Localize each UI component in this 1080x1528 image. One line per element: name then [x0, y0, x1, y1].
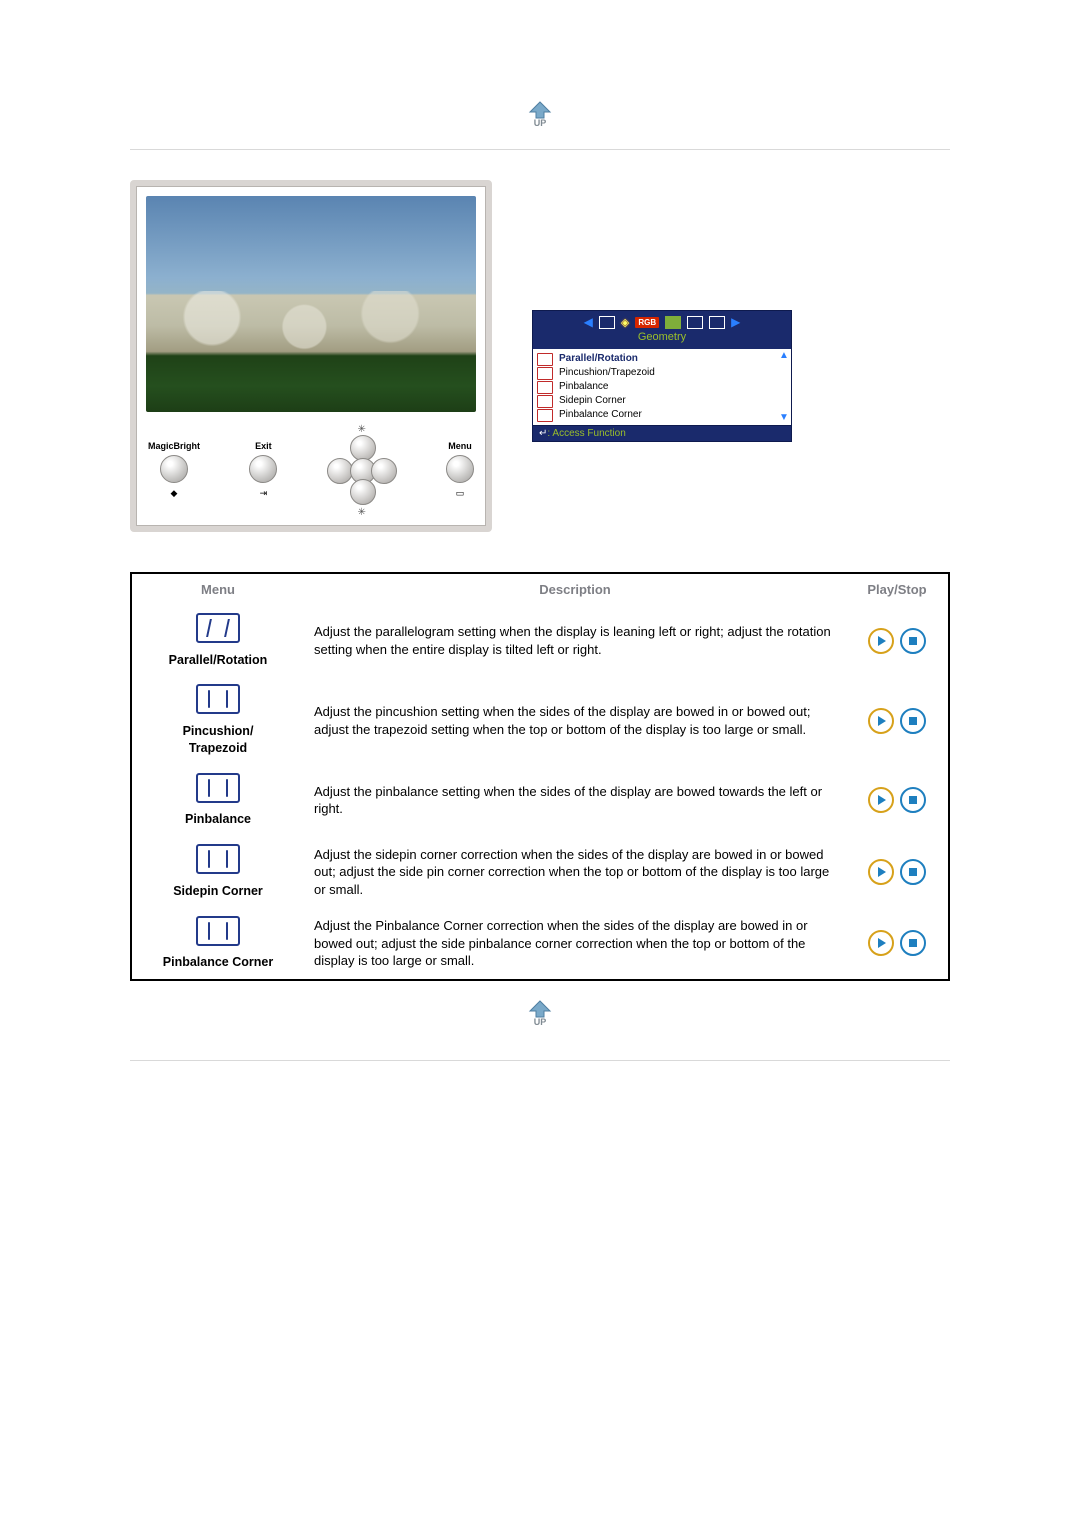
osd-item-label: Parallel/Rotation [559, 352, 638, 366]
osd-icon-5[interactable] [687, 316, 703, 329]
stop-button[interactable] [900, 628, 926, 654]
play-button[interactable] [868, 930, 894, 956]
parallel-rotation-icon [196, 613, 240, 643]
svg-text:UP: UP [534, 1017, 547, 1027]
play-button[interactable] [868, 859, 894, 885]
osd-item-pinbalance[interactable]: Pinbalance [537, 380, 787, 394]
table-row: Pinbalance Adjust the pinbalance setting… [131, 765, 949, 836]
osd-icon-1[interactable] [599, 316, 615, 329]
osd-icon-geometry[interactable] [665, 316, 681, 329]
osd-prev-icon[interactable]: ◀ [584, 315, 593, 329]
col-menu: Menu [131, 573, 304, 605]
monitor-screen [146, 196, 476, 412]
table-row: Parallel/Rotation Adjust the parallelogr… [131, 605, 949, 676]
svg-text:UP: UP [534, 118, 547, 128]
osd-item-parallel-rotation[interactable]: Parallel/Rotation [537, 352, 787, 366]
magicbright-icon: ◆ [148, 488, 200, 499]
menu-button[interactable] [446, 455, 474, 483]
monitor-preview: MagicBright ◆ Exit ⇥ ✳ [130, 180, 492, 532]
magicbright-button[interactable] [160, 455, 188, 483]
exit-label: Exit [249, 441, 277, 451]
menu-description: Adjust the parallelogram setting when th… [304, 605, 846, 676]
dpad-top-glyph: ✳ [327, 424, 397, 435]
osd-footer: ↵: Access Function [532, 426, 792, 442]
osd-item-icon [537, 367, 553, 380]
col-playstop: Play/Stop [846, 573, 949, 605]
table-row: Sidepin Corner Adjust the sidepin corner… [131, 836, 949, 907]
menu-label: Menu [446, 441, 474, 451]
table-row: Pinbalance Corner Adjust the Pinbalance … [131, 908, 949, 980]
osd-footer-text: : Access Function [547, 428, 625, 439]
col-description: Description [304, 573, 846, 605]
menu-name: Sidepin Corner [142, 883, 294, 900]
dpad-left-button[interactable] [327, 458, 353, 484]
osd-icon-6[interactable] [709, 316, 725, 329]
osd-item-icon [537, 381, 553, 394]
up-icon[interactable]: UP [523, 999, 557, 1027]
stop-button[interactable] [900, 859, 926, 885]
menu-name: Pinbalance Corner [142, 954, 294, 971]
up-icon[interactable]: UP [523, 100, 557, 128]
osd-item-pinbalance-corner[interactable]: Pinbalance Corner [537, 408, 787, 422]
sidepin-corner-icon [196, 844, 240, 874]
play-button[interactable] [868, 708, 894, 734]
osd-item-sidepin-corner[interactable]: Sidepin Corner [537, 394, 787, 408]
osd-item-pincushion-trapezoid[interactable]: Pincushion/Trapezoid [537, 366, 787, 380]
osd-next-icon[interactable]: ▶ [731, 315, 740, 329]
menu-description: Adjust the sidepin corner correction whe… [304, 836, 846, 907]
divider [130, 149, 950, 150]
osd-title: Geometry [539, 329, 785, 346]
dpad-right-button[interactable] [371, 458, 397, 484]
navigation-dpad [327, 435, 397, 505]
osd-scroll-up-icon[interactable]: ▲ [779, 351, 789, 361]
osd-icon-2[interactable]: ◈ [621, 316, 629, 329]
play-button[interactable] [868, 787, 894, 813]
osd-panel: ◀ ◈ RGB ▶ Geometry ▲ Parallel/Rotation [532, 310, 792, 442]
pincushion-trapezoid-icon [196, 684, 240, 714]
menu-description: Adjust the pincushion setting when the s… [304, 676, 846, 764]
pinbalance-corner-icon [196, 916, 240, 946]
osd-item-icon [537, 353, 553, 366]
osd-item-label: Sidepin Corner [559, 394, 626, 408]
menu-name: Parallel/Rotation [142, 652, 294, 669]
exit-button[interactable] [249, 455, 277, 483]
magicbright-label: MagicBright [148, 441, 200, 451]
osd-item-icon [537, 409, 553, 422]
menu-description: Adjust the pinbalance setting when the s… [304, 765, 846, 836]
osd-item-label: Pinbalance Corner [559, 408, 642, 422]
dpad-down-button[interactable] [350, 479, 376, 505]
menu-name: Pincushion/ Trapezoid [142, 723, 294, 757]
menu-description: Adjust the Pinbalance Corner correction … [304, 908, 846, 980]
dpad-bottom-glyph: ✳ [327, 507, 397, 518]
osd-item-icon [537, 395, 553, 408]
stop-button[interactable] [900, 787, 926, 813]
geometry-options-table: Menu Description Play/Stop Parallel/Rota… [130, 572, 950, 981]
osd-item-label: Pincushion/Trapezoid [559, 366, 655, 380]
exit-icon: ⇥ [249, 488, 277, 499]
stop-button[interactable] [900, 930, 926, 956]
osd-rgb-badge[interactable]: RGB [635, 317, 659, 328]
divider [130, 1060, 950, 1061]
menu-icon: ▭ [446, 488, 474, 499]
table-row: Pincushion/ Trapezoid Adjust the pincush… [131, 676, 949, 764]
menu-name: Pinbalance [142, 811, 294, 828]
osd-scroll-down-icon[interactable]: ▼ [779, 413, 789, 423]
stop-button[interactable] [900, 708, 926, 734]
play-button[interactable] [868, 628, 894, 654]
osd-item-label: Pinbalance [559, 380, 608, 394]
pinbalance-icon [196, 773, 240, 803]
